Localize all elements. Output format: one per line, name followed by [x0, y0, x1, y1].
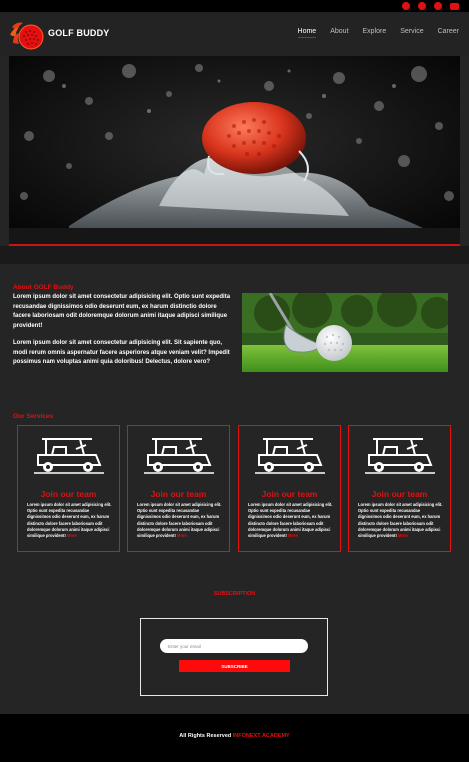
footer-brand-link[interactable]: INFONEXT ACADEMY: [233, 733, 290, 739]
subscription-title: SUBSCRIPTION: [213, 591, 256, 597]
more-link[interactable]: More: [288, 533, 298, 538]
service-card: Join our team Lorem ipsum dolor sit amet…: [348, 425, 451, 552]
hero-image: [9, 56, 460, 246]
main-nav: Home About Explore Service Career: [297, 28, 459, 38]
more-link[interactable]: More: [67, 533, 77, 538]
facebook-icon[interactable]: [402, 2, 410, 10]
youtube-icon[interactable]: [450, 3, 459, 10]
more-link[interactable]: More: [398, 533, 408, 538]
instagram-icon[interactable]: [434, 2, 442, 10]
card-text: Lorem ipsum dolor sit amet adipisicing e…: [358, 502, 443, 539]
social-links: [402, 2, 459, 10]
top-strip: [0, 0, 469, 12]
more-link[interactable]: More: [177, 533, 187, 538]
email-input[interactable]: [160, 639, 308, 653]
card-text: Lorem ipsum dolor sit amet adipisicing e…: [27, 502, 112, 539]
services-title: Our Services: [13, 413, 54, 420]
nav-home[interactable]: Home: [297, 28, 317, 38]
card-title: Join our team: [40, 489, 97, 499]
subscribe-button[interactable]: SUBSCRIBE: [179, 660, 290, 672]
card-text: Lorem ipsum dolor sit amet adipisicing e…: [248, 502, 333, 539]
golf-cart-icon: [34, 438, 104, 474]
golf-cart-icon: [365, 438, 435, 474]
service-card: Join our team Lorem ipsum dolor sit amet…: [17, 425, 120, 552]
subscription-box: SUBSCRIBE: [140, 618, 328, 696]
about-title: About GOLF Buddy: [13, 284, 74, 291]
card-text: Lorem ipsum dolor sit amet adipisicing e…: [137, 502, 222, 539]
nav-explore[interactable]: Explore: [363, 28, 387, 38]
card-title: Join our team: [371, 489, 428, 499]
nav-service[interactable]: Service: [400, 28, 423, 38]
nav-career[interactable]: Career: [438, 28, 459, 38]
hero-bottom-bar: [0, 246, 469, 264]
footer-copyright: All Rights Reserved INFONEXT ACADEMY: [179, 733, 290, 739]
about-paragraph-2: Lorem ipsum dolor sit amet consectetur a…: [13, 340, 230, 366]
golf-club-image: [242, 293, 448, 372]
service-card: Join our team Lorem ipsum dolor sit amet…: [127, 425, 230, 552]
card-title: Join our team: [261, 489, 318, 499]
twitter-icon[interactable]: [418, 2, 426, 10]
golf-cart-icon: [144, 438, 214, 474]
service-card: Join our team Lorem ipsum dolor sit amet…: [238, 425, 341, 552]
golf-ball-logo-icon[interactable]: [9, 17, 47, 53]
navbar: GOLF BUDDY Home About Explore Service Ca…: [0, 12, 469, 56]
about-paragraph-1: Lorem ipsum dolor sit amet consectetur a…: [13, 294, 231, 329]
golf-cart-icon: [255, 438, 325, 474]
nav-about[interactable]: About: [330, 28, 348, 38]
footer: All Rights Reserved INFONEXT ACADEMY: [0, 714, 469, 762]
card-title: Join our team: [150, 489, 207, 499]
brand-name[interactable]: GOLF BUDDY: [48, 28, 110, 38]
